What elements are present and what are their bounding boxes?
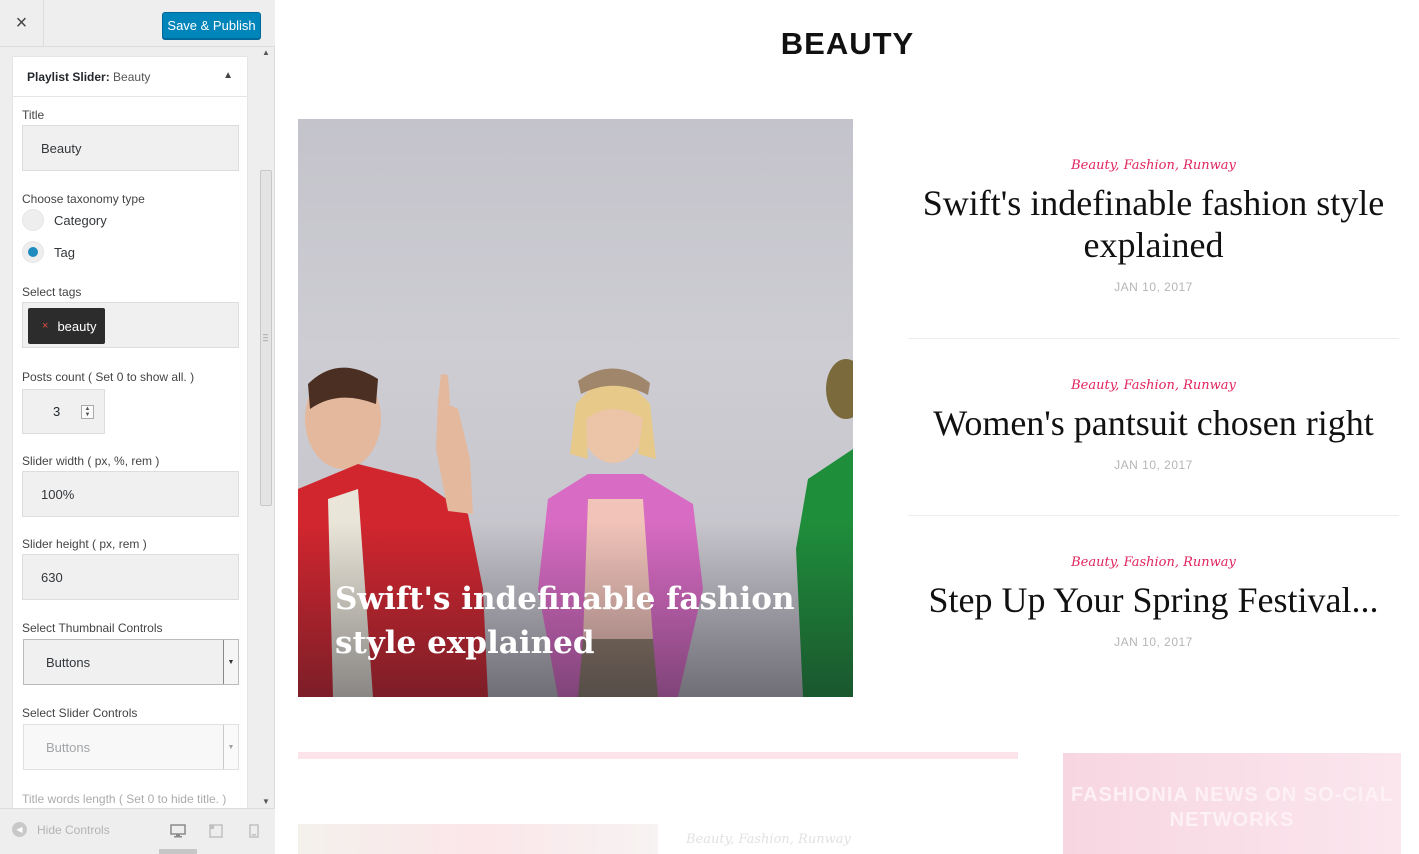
- post-divider: [908, 338, 1399, 339]
- section-separator: [298, 752, 1018, 759]
- grip-icon: – – –: [263, 329, 269, 345]
- widget-title-label: Beauty: [113, 70, 151, 84]
- radio-button[interactable]: [22, 209, 44, 231]
- post-date: JAN 10, 2017: [1114, 635, 1193, 649]
- site-preview: BEAUTY Swift's indefinable fashion style…: [276, 0, 1419, 854]
- thumb-controls-label: Select Thumbnail Controls: [22, 621, 163, 635]
- close-icon[interactable]: ×: [0, 0, 44, 47]
- taxonomy-label: Choose taxonomy type: [22, 192, 145, 206]
- customizer-sidebar: × Save & Publish Playlist Slider: Beauty…: [0, 0, 275, 854]
- sidebar-scrollbar[interactable]: ▲ – – – ▼: [259, 48, 273, 808]
- post-date: JAN 10, 2017: [1114, 280, 1193, 294]
- hide-controls-button[interactable]: ◀ Hide Controls: [12, 822, 110, 837]
- post-item[interactable]: Beauty, Fashion, Runway Women's pantsuit…: [908, 378, 1399, 472]
- title-input[interactable]: Beauty: [22, 125, 239, 171]
- social-promo-banner[interactable]: FASHIONIA NEWS ON SO-CIAL NETWORKS: [1063, 753, 1401, 854]
- dropdown-arrow-icon[interactable]: ▼: [223, 640, 238, 684]
- widget-type-label: Playlist Slider:: [27, 70, 110, 84]
- promo-text: FASHIONIA NEWS ON SO-CIAL NETWORKS: [1070, 784, 1394, 831]
- radio-tag-label: Tag: [54, 244, 75, 260]
- hero-title[interactable]: Swift's indefinable fashion style explai…: [335, 577, 835, 665]
- post-divider: [908, 515, 1399, 516]
- scroll-up-icon[interactable]: ▲: [262, 48, 270, 57]
- next-post-thumbnail[interactable]: [298, 824, 658, 854]
- thumb-controls-value: Buttons: [46, 654, 91, 670]
- radio-button-selected[interactable]: [22, 241, 44, 263]
- height-input[interactable]: 630: [22, 554, 239, 600]
- save-publish-button[interactable]: Save & Publish: [162, 12, 261, 39]
- customizer-header: × Save & Publish: [0, 0, 275, 47]
- hide-controls-label: Hide Controls: [37, 822, 110, 837]
- post-title[interactable]: Women's pantsuit chosen right: [908, 402, 1399, 444]
- radio-category[interactable]: Category: [22, 209, 107, 231]
- scroll-down-icon[interactable]: ▼: [262, 797, 270, 806]
- width-input[interactable]: 100%: [22, 471, 239, 517]
- tags-label: Select tags: [22, 285, 82, 299]
- hero-slide[interactable]: Swift's indefinable fashion style explai…: [298, 119, 853, 697]
- post-categories[interactable]: Beauty, Fashion, Runway: [908, 555, 1399, 570]
- width-label: Slider width ( px, %, rem ): [22, 454, 160, 468]
- tags-input[interactable]: × beauty: [22, 302, 239, 348]
- radio-category-label: Category: [54, 212, 107, 228]
- count-label: Posts count ( Set 0 to show all. ): [22, 370, 195, 384]
- next-post-categories[interactable]: Beauty, Fashion, Runway: [686, 832, 851, 847]
- tablet-preview-icon[interactable]: [209, 824, 223, 843]
- post-categories[interactable]: Beauty, Fashion, Runway: [908, 158, 1399, 173]
- post-item[interactable]: Beauty, Fashion, Runway Step Up Your Spr…: [908, 555, 1399, 649]
- scrollbar-thumb[interactable]: – – –: [260, 170, 272, 506]
- spinner-arrows-icon[interactable]: ▲ ▼: [81, 405, 94, 419]
- slider-controls-select[interactable]: Buttons ▼: [23, 724, 239, 770]
- widget-panel: Playlist Slider: Beauty ▲ Title Beauty C…: [12, 56, 248, 816]
- slider-controls-value: Buttons: [46, 739, 91, 755]
- active-device-indicator: [159, 849, 197, 854]
- radio-tag[interactable]: Tag: [22, 241, 75, 263]
- count-value: 3: [53, 404, 61, 419]
- collapse-sidebar-icon: ◀: [12, 822, 27, 837]
- mobile-preview-icon[interactable]: [249, 824, 259, 843]
- slider-controls-label: Select Slider Controls: [22, 706, 138, 720]
- title-words-label: Title words length ( Set 0 to hide title…: [22, 792, 227, 806]
- title-label: Title: [22, 108, 45, 122]
- tag-chip: × beauty: [28, 308, 106, 344]
- post-title[interactable]: Swift's indefinable fashion style explai…: [908, 182, 1399, 266]
- post-categories[interactable]: Beauty, Fashion, Runway: [908, 378, 1399, 393]
- section-title: BEAUTY: [780, 26, 915, 61]
- height-label: Slider height ( px, rem ): [22, 537, 147, 551]
- customizer-footer: ◀ Hide Controls: [0, 808, 275, 854]
- remove-tag-icon[interactable]: ×: [42, 320, 48, 332]
- dropdown-arrow-icon[interactable]: ▼: [223, 725, 238, 769]
- thumb-controls-select[interactable]: Buttons ▼: [23, 639, 239, 685]
- widget-panel-header[interactable]: Playlist Slider: Beauty ▲: [13, 57, 247, 97]
- tag-chip-label: beauty: [57, 318, 97, 334]
- count-stepper[interactable]: 3 ▲ ▼: [22, 389, 105, 434]
- collapse-arrow-icon[interactable]: ▲: [223, 70, 233, 81]
- post-title[interactable]: Step Up Your Spring Festival...: [908, 579, 1399, 621]
- post-item[interactable]: Beauty, Fashion, Runway Swift's indefina…: [908, 158, 1399, 294]
- desktop-preview-icon[interactable]: [170, 824, 186, 843]
- post-date: JAN 10, 2017: [1114, 458, 1193, 472]
